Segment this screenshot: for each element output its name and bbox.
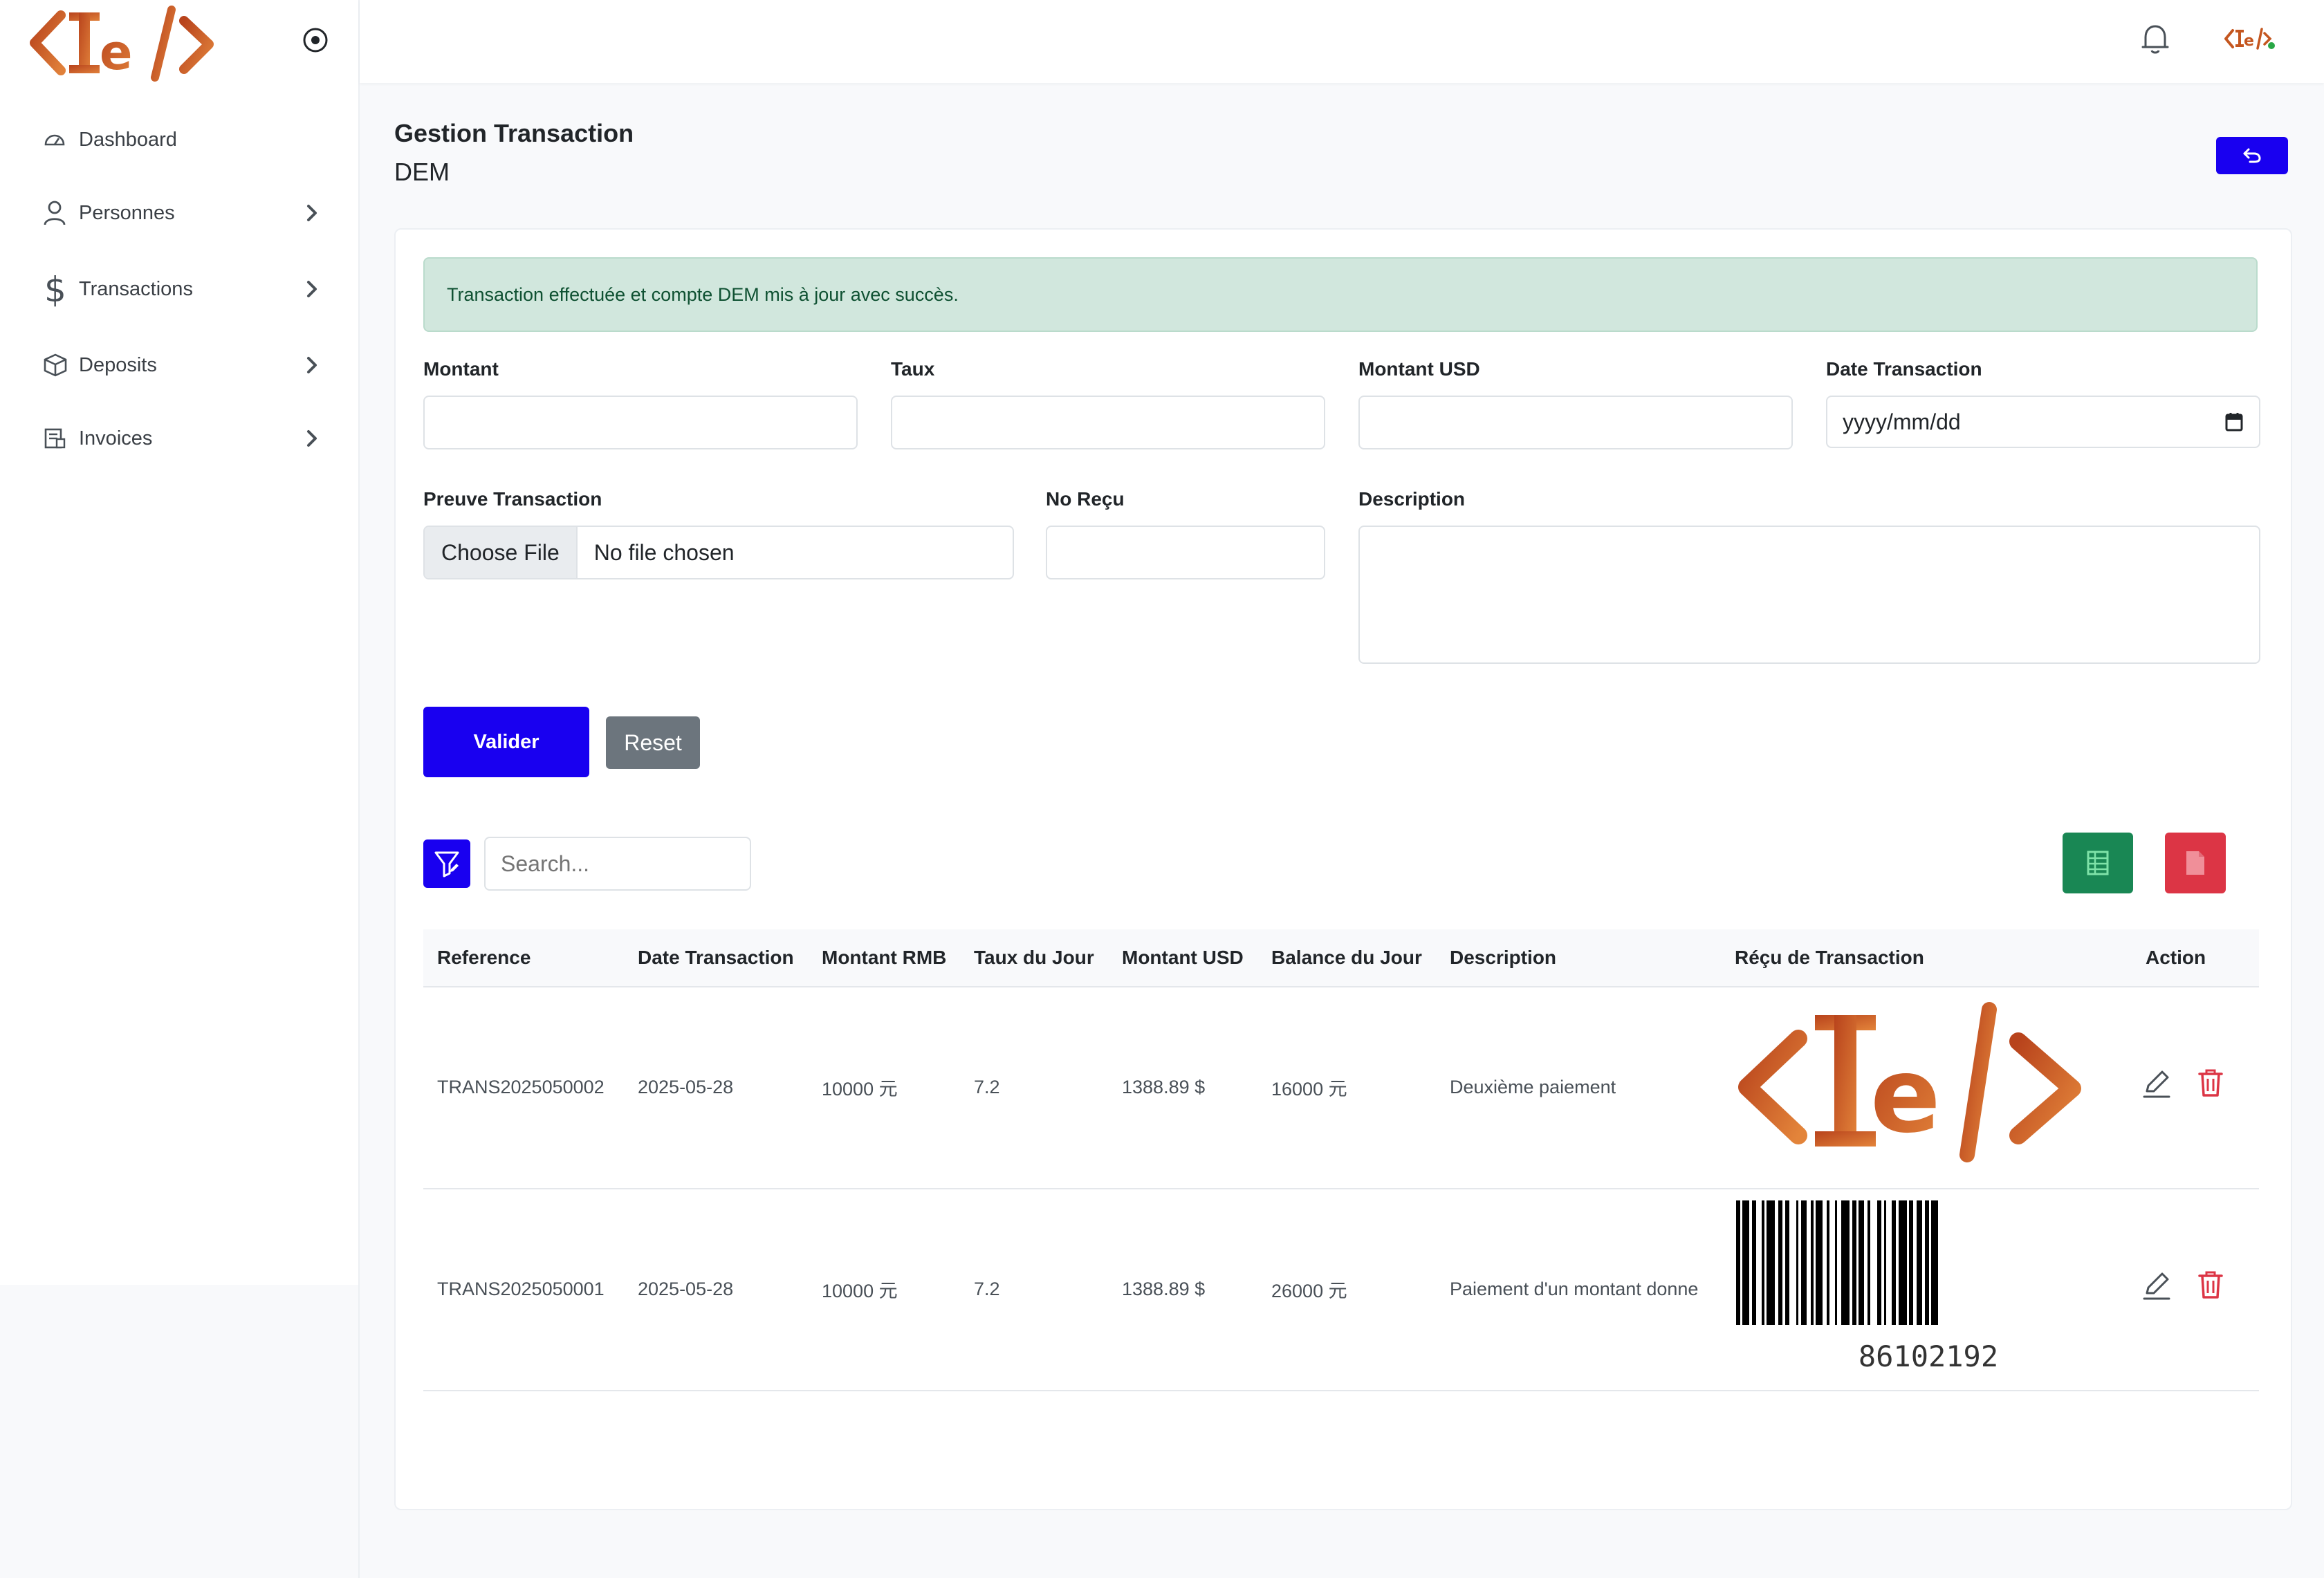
sidebar-item-invoices[interactable]: Invoices	[43, 418, 320, 459]
col-balance-du-jour[interactable]: Balance du Jour	[1271, 929, 1422, 986]
cell-balance: 16000 元	[1271, 1078, 1347, 1099]
montant-label: Montant	[423, 358, 499, 380]
choose-file-button[interactable]: Choose File	[425, 527, 578, 578]
date-placeholder: yyyy/mm/dd	[1843, 409, 1961, 434]
edit-pencil-icon[interactable]	[2141, 1271, 2172, 1301]
col-montant-rmb[interactable]: Montant RMB	[822, 929, 946, 986]
cell-date: 2025-05-28	[638, 1076, 734, 1097]
svg-text:e: e	[100, 24, 132, 81]
success-alert: Transaction effectuée et compte DEM mis …	[423, 257, 2258, 332]
montant-usd-input[interactable]	[1358, 396, 1793, 449]
user-avatar[interactable]: e	[2223, 25, 2278, 53]
no-recu-input[interactable]	[1046, 526, 1325, 579]
delete-trash-icon[interactable]	[2197, 1270, 2224, 1300]
delete-trash-icon[interactable]	[2197, 1068, 2224, 1098]
cell-montant-usd: 1388.89 $	[1122, 1278, 1206, 1299]
dashboard-gauge-icon	[43, 126, 79, 154]
sidebar-toggle-icon[interactable]	[302, 26, 329, 54]
sidebar-item-label: Deposits	[79, 353, 157, 376]
table-header: Reference Date Transaction Montant RMB T…	[423, 929, 2259, 987]
dollar-icon: $	[43, 271, 79, 307]
sidebar-item-label: Dashboard	[79, 128, 177, 151]
filter-button[interactable]	[423, 839, 470, 888]
cell-taux: 7.2	[974, 1076, 1000, 1097]
cell-montant-usd: 1388.89 $	[1122, 1076, 1206, 1097]
sidebar-item-dashboard[interactable]: Dashboard	[43, 119, 320, 160]
alert-message: Transaction effectuée et compte DEM mis …	[447, 284, 959, 305]
no-recu-label: No Reçu	[1046, 488, 1125, 510]
cell-description: Deuxième paiement	[1450, 1076, 1616, 1097]
chevron-right-icon	[307, 281, 317, 297]
edit-pencil-icon[interactable]	[2141, 1069, 2172, 1099]
sidebar-item-personnes[interactable]: Personnes	[43, 192, 320, 234]
export-pdf-button[interactable]	[2165, 833, 2226, 893]
cell-montant-rmb: 10000 元	[822, 1280, 898, 1301]
cell-montant-rmb: 10000 元	[822, 1078, 898, 1099]
sidebar-item-label: Personnes	[79, 201, 175, 224]
col-montant-usd[interactable]: Montant USD	[1122, 929, 1244, 986]
search-input[interactable]	[484, 837, 751, 891]
cell-date: 2025-05-28	[638, 1278, 734, 1299]
cell-reference: TRANS2025050002	[437, 1076, 605, 1097]
filter-funnel-icon	[434, 851, 459, 878]
date-transaction-input[interactable]: yyyy/mm/dd	[1826, 396, 2260, 448]
user-icon	[43, 199, 79, 227]
montant-usd-label: Montant USD	[1358, 358, 1480, 380]
cell-taux: 7.2	[974, 1278, 1000, 1299]
svg-text:$: $	[44, 271, 66, 307]
cell-balance: 26000 元	[1271, 1280, 1347, 1301]
receipt-logo-image[interactable]: e	[1735, 996, 2094, 1169]
cell-reference: TRANS2025050001	[437, 1278, 605, 1299]
reset-button[interactable]: Reset	[606, 716, 700, 769]
export-excel-button[interactable]	[2063, 833, 2133, 893]
pdf-file-icon	[2186, 851, 2204, 875]
description-label: Description	[1358, 488, 1466, 510]
montant-input[interactable]	[423, 396, 858, 449]
valider-button[interactable]: Valider	[423, 707, 589, 777]
taux-label: Taux	[891, 358, 935, 380]
page-subtitle: DEM	[394, 158, 450, 186]
calendar-icon[interactable]	[2224, 411, 2244, 432]
sidebar-item-transactions[interactable]: $ Transactions	[43, 268, 320, 310]
barcode-number: 86102192	[1859, 1339, 1998, 1373]
description-textarea[interactable]	[1358, 526, 2260, 664]
col-action: Action	[2146, 947, 2206, 968]
invoice-icon	[43, 425, 79, 452]
sidebar: e Dashboard Personnes $ Transactions Dep…	[0, 0, 360, 1578]
notification-bell-icon[interactable]	[2140, 22, 2170, 55]
chevron-right-icon	[307, 205, 317, 221]
back-button[interactable]	[2216, 137, 2288, 174]
svg-text:e: e	[1870, 1036, 1941, 1156]
preuve-file-input[interactable]: Choose File No file chosen	[423, 526, 1014, 579]
spreadsheet-icon	[2087, 851, 2109, 875]
chevron-right-icon	[307, 357, 317, 373]
te-code-logo[interactable]: e	[28, 3, 221, 84]
undo-arrow-icon	[2243, 148, 2261, 163]
col-date-transaction[interactable]: Date Transaction	[638, 929, 794, 986]
cell-description: Paiement d'un montant donne	[1450, 1278, 1699, 1299]
col-taux-du-jour[interactable]: Taux du Jour	[974, 929, 1094, 986]
taux-input[interactable]	[891, 396, 1325, 449]
file-status-text: No file chosen	[593, 539, 735, 565]
col-recu-transaction[interactable]: Réçu de Transaction	[1735, 929, 1924, 986]
sidebar-item-label: Invoices	[79, 427, 153, 449]
svg-text:e: e	[2244, 33, 2254, 50]
page-title: Gestion Transaction	[394, 119, 634, 147]
sidebar-item-deposits[interactable]: Deposits	[43, 344, 320, 386]
chevron-right-icon	[307, 430, 317, 447]
preuve-transaction-label: Preuve Transaction	[423, 488, 602, 510]
top-bar	[360, 0, 2324, 83]
sidebar-item-label: Transactions	[79, 277, 193, 300]
receipt-barcode-image[interactable]: 86102192	[1735, 1200, 2122, 1380]
date-transaction-label: Date Transaction	[1826, 358, 1982, 380]
sidebar-footer-area	[0, 1285, 358, 1578]
box-icon	[43, 351, 79, 379]
col-description[interactable]: Description	[1450, 929, 1556, 986]
col-reference[interactable]: Reference	[437, 929, 531, 986]
